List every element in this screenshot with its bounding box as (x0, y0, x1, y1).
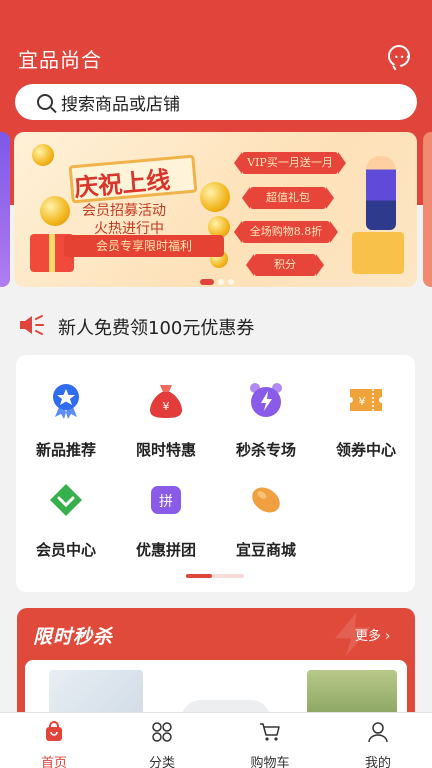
coin-decoration (32, 144, 54, 166)
coupon-notice[interactable]: 新人免费领100元优惠券 (0, 300, 432, 350)
category-item-flash[interactable]: 秒杀专场 (216, 381, 316, 460)
user-icon (368, 722, 388, 743)
category-label: 优惠拼团 (135, 541, 196, 559)
category-label: 新品推荐 (35, 441, 96, 459)
category-label: 宜豆商城 (235, 541, 296, 559)
notice-text: 新人免费领100元优惠券 (58, 318, 255, 339)
flash-sale-more-link[interactable]: 更多 › (355, 625, 390, 644)
tab-mine[interactable]: 我的 (324, 713, 432, 768)
shopping-basket-illustration (352, 232, 404, 274)
money-bag-icon: ¥ (150, 385, 182, 418)
grid-page-indicator (186, 574, 244, 578)
flash-sale-section: 限时秒杀 更多 › (17, 608, 415, 728)
medal-icon (53, 384, 79, 419)
banner-dot (200, 279, 214, 285)
category-item-discount[interactable]: ¥ 限时特惠 (116, 381, 216, 460)
flash-sale-title: 限时秒杀 (33, 626, 114, 648)
category-grid-icon (152, 722, 172, 742)
search-placeholder: 搜索商品或店铺 (61, 94, 180, 115)
tab-home[interactable]: 首页 (0, 713, 108, 768)
banner-pagination (200, 270, 238, 287)
banner-subtitle: 会员招募活动 (82, 203, 166, 219)
svg-text:拼: 拼 (159, 494, 173, 510)
banner-prev-peek[interactable] (0, 132, 10, 287)
cart-icon (260, 723, 280, 741)
diamond-icon (50, 484, 82, 516)
category-label: 领券中心 (335, 441, 396, 459)
svg-text:¥: ¥ (163, 400, 170, 413)
banner-title: 庆祝上线 (73, 164, 172, 203)
speaker-icon (20, 315, 44, 335)
shopper-illustration (366, 156, 396, 230)
tab-label: 分类 (148, 756, 175, 768)
banner-dot (228, 279, 234, 285)
category-item-coupon[interactable]: ¥ 领券中心 (316, 381, 416, 460)
category-item-groupbuy[interactable]: 拼 优惠拼团 (116, 481, 216, 560)
search-icon (37, 94, 53, 110)
banner-next-peek[interactable] (423, 132, 432, 287)
category-label: 限时特惠 (135, 441, 196, 459)
promo-banner[interactable]: 庆祝上线 会员招募活动 火热进行中 会员专享限时福利 VIP买一月送一月 超值礼… (14, 132, 417, 287)
alarm-clock-icon (250, 383, 282, 417)
chat-bubble-icon[interactable]: ••• (388, 45, 410, 67)
group-buy-icon: 拼 (151, 486, 181, 514)
tab-label: 首页 (40, 756, 67, 768)
coupon-icon: ¥ (350, 389, 382, 411)
category-label: 会员中心 (35, 541, 96, 559)
tab-label: 购物车 (250, 756, 290, 768)
bottom-tab-bar: 首页 分类 购物车 我的 (0, 712, 432, 768)
search-bar[interactable]: 搜索商品或店铺 (15, 84, 417, 120)
coin-decoration (40, 196, 70, 226)
banner-dot (218, 279, 224, 285)
app-title: 宜品尚合 (18, 48, 102, 72)
home-bag-icon (46, 721, 62, 741)
category-item-member[interactable]: 会员中心 (16, 481, 116, 560)
banner-tag: 超值礼包 (242, 187, 334, 209)
tab-label: 我的 (364, 756, 391, 768)
tab-cart[interactable]: 购物车 (216, 713, 324, 768)
bean-icon (252, 487, 280, 513)
category-item-new[interactable]: 新品推荐 (16, 381, 116, 460)
banner-tag: 积分 (246, 254, 324, 276)
banner-benefit-label: 会员专享限时福利 (64, 235, 224, 257)
coin-decoration (200, 182, 230, 212)
category-item-beanmall[interactable]: 宜豆商城 (216, 481, 316, 560)
tab-category[interactable]: 分类 (108, 713, 216, 768)
category-label: 秒杀专场 (235, 441, 296, 459)
svg-text:¥: ¥ (359, 395, 366, 408)
banner-tag: VIP买一月送一月 (234, 152, 346, 174)
category-grid: 新品推荐 ¥ 限时特惠 秒杀专场 ¥ 领券中心 会员中心 拼 优惠拼团 宜豆商城 (16, 355, 415, 592)
banner-tag: 全场购物8.8折 (234, 221, 338, 243)
